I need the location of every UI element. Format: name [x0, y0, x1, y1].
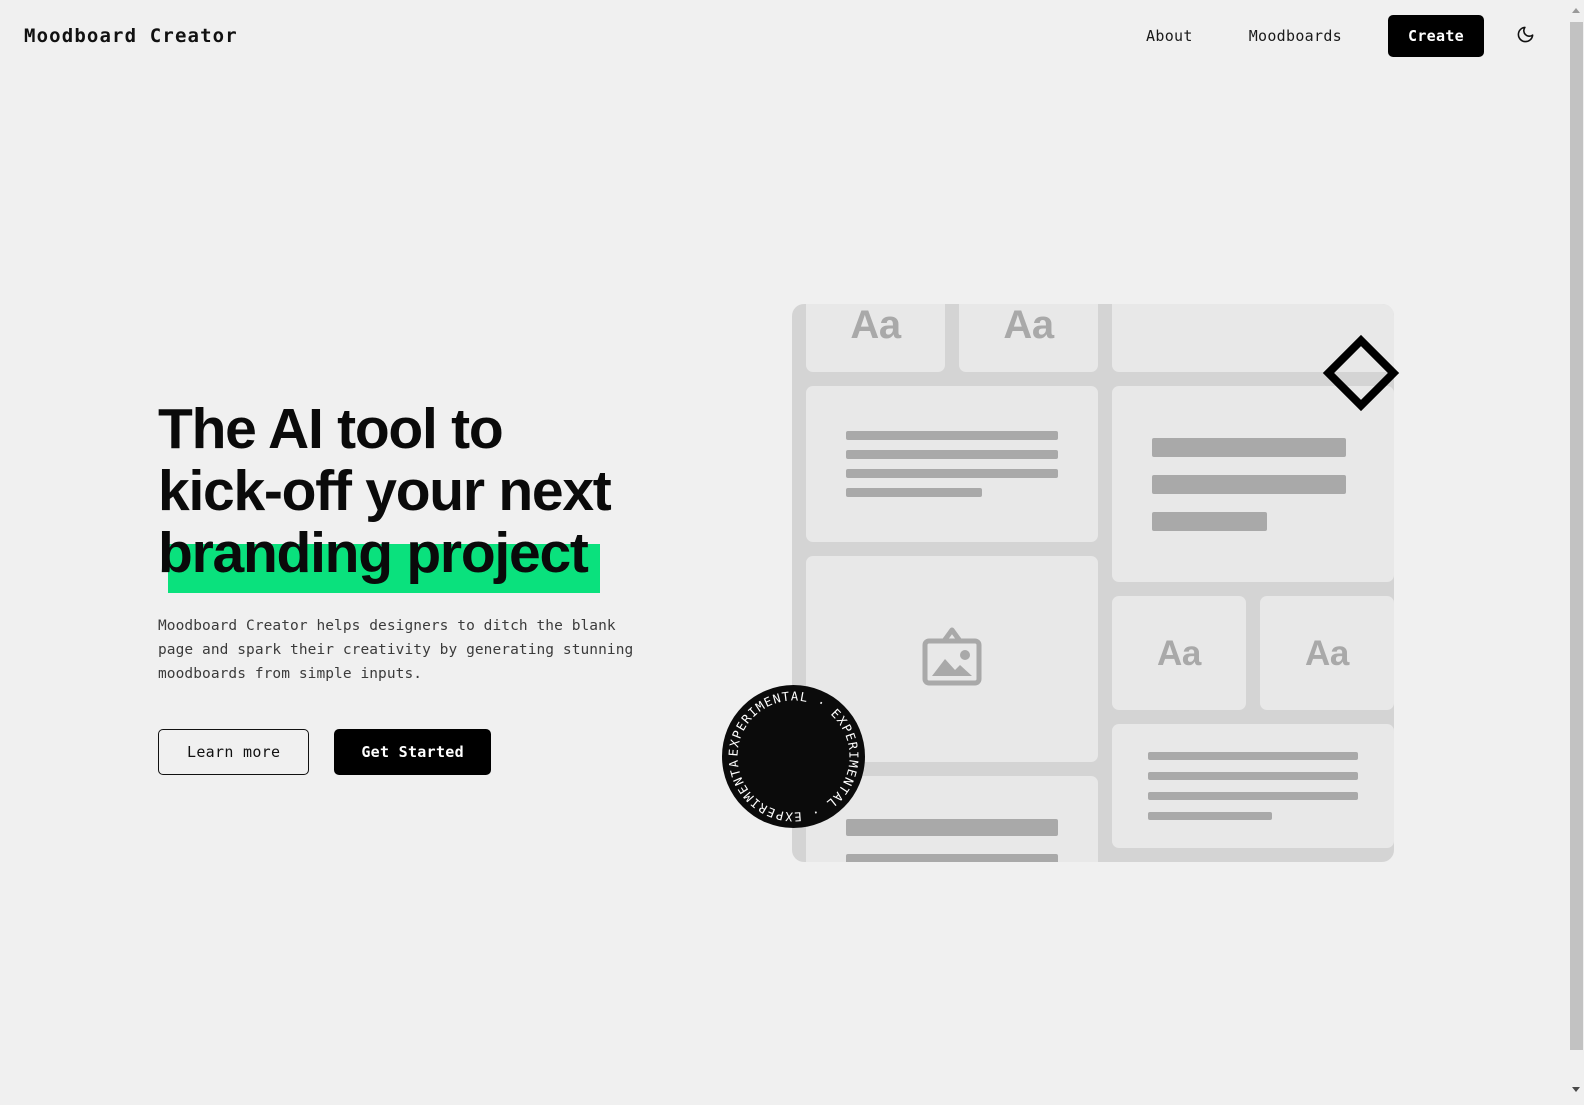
headline-line-1: The AI tool to	[158, 397, 504, 461]
main-navigation: About Moodboards Create	[1136, 15, 1540, 57]
placeholder-bar	[1152, 474, 1346, 494]
placeholder-bar	[846, 431, 1058, 440]
headline-highlight-text: branding project	[158, 521, 589, 585]
placeholder-bar	[846, 469, 1058, 478]
placeholder-bar	[846, 854, 1058, 862]
hero-cta-row: Learn more Get Started	[158, 729, 718, 775]
page-scrollbar[interactable]	[1568, 0, 1584, 1105]
text-card-1[interactable]	[806, 386, 1098, 542]
type-sample-label: Aa	[1304, 633, 1350, 673]
moon-icon	[1516, 25, 1535, 47]
hero-section: The AI tool to kick-off your next brandi…	[158, 398, 718, 775]
placeholder-bar	[1148, 752, 1358, 760]
moodboard-grid: Aa Aa Aa Aa	[806, 304, 1394, 862]
type-card-pair: Aa Aa	[1112, 596, 1394, 710]
text-card-bottom-right[interactable]	[1112, 724, 1394, 848]
type-sample-label: Aa	[850, 304, 901, 347]
placeholder-bar	[1148, 772, 1358, 780]
type-card-1[interactable]: Aa	[806, 304, 945, 372]
site-header: Moodboard Creator About Moodboards Creat…	[0, 0, 1568, 72]
type-sample-label: Aa	[1156, 633, 1202, 673]
badge-circle	[722, 685, 865, 828]
placeholder-bar	[846, 819, 1058, 836]
page-title: The AI tool to kick-off your next brandi…	[158, 397, 718, 593]
learn-more-button[interactable]: Learn more	[158, 729, 310, 775]
scrollbar-thumb[interactable]	[1570, 22, 1583, 1050]
image-placeholder-icon	[919, 627, 985, 691]
type-card-3[interactable]: Aa	[1112, 596, 1246, 710]
type-card-row: Aa Aa	[806, 304, 1098, 372]
scroll-up-arrow-icon[interactable]	[1568, 2, 1584, 18]
placeholder-bar	[846, 450, 1058, 459]
get-started-button[interactable]: Get Started	[334, 729, 491, 775]
placeholder-bar	[1152, 511, 1268, 531]
type-sample-label: Aa	[1003, 304, 1054, 347]
experimental-badge[interactable]: EXPERIMENTAL · EXPERIMENTAL · EXPERIMENT…	[722, 685, 865, 828]
brand-logo[interactable]: Moodboard Creator	[24, 25, 238, 47]
scroll-down-arrow-icon[interactable]	[1568, 1081, 1584, 1097]
text-card-2[interactable]	[1112, 386, 1394, 582]
theme-toggle-button[interactable]	[1510, 21, 1540, 51]
placeholder-bar	[846, 488, 982, 497]
placeholder-bar	[1148, 812, 1272, 820]
headline-line-2: kick-off your next	[158, 459, 612, 523]
create-button[interactable]: Create	[1388, 15, 1484, 57]
nav-link-moodboards[interactable]: Moodboards	[1239, 19, 1352, 53]
headline-highlight: branding project	[158, 521, 600, 593]
headline-line-3: branding project	[158, 521, 718, 593]
placeholder-bar	[1148, 792, 1358, 800]
hero-subcopy: Moodboard Creator helps designers to dit…	[158, 618, 634, 682]
placeholder-bar	[1152, 437, 1346, 457]
type-card-4[interactable]: Aa	[1260, 596, 1394, 710]
type-card-2[interactable]: Aa	[959, 304, 1098, 372]
nav-link-about[interactable]: About	[1136, 19, 1203, 53]
moodboard-preview: Aa Aa Aa Aa	[792, 304, 1394, 862]
